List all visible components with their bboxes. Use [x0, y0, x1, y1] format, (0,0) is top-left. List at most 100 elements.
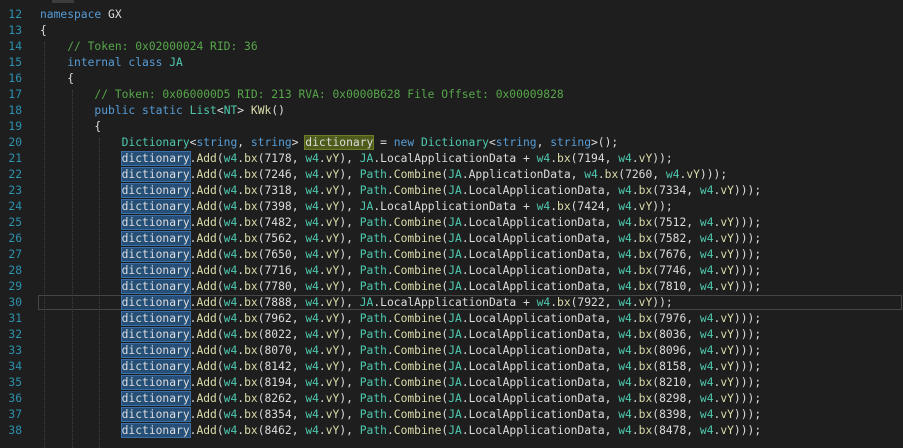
code-text: (: [216, 216, 224, 229]
method-token: Combine: [393, 264, 442, 277]
code-line[interactable]: 13 {: [0, 23, 903, 39]
code-text: .LocalApplicationData +: [373, 296, 537, 309]
dictionary-reference[interactable]: dictionary: [120, 311, 191, 326]
type-token: JA: [448, 408, 462, 421]
code-text: .: [318, 296, 326, 309]
type-token: w4: [699, 344, 714, 357]
code-text: .: [386, 232, 394, 245]
code-line[interactable]: 27 dictionary.Add(w4.bx(7650, w4.vY), Pa…: [0, 247, 903, 263]
type-token: JA: [448, 232, 462, 245]
method-token: bx: [638, 360, 653, 373]
dictionary-reference[interactable]: dictionary: [120, 247, 191, 262]
code-line[interactable]: 38 dictionary.Add(w4.bx(8462, w4.vY), Pa…: [0, 423, 903, 439]
dictionary-reference[interactable]: dictionary: [120, 391, 191, 406]
type-token: w4: [305, 360, 319, 373]
method-token: bx: [638, 312, 653, 325]
code-text: ),: [339, 232, 360, 245]
dictionary-reference[interactable]: dictionary: [120, 343, 191, 358]
code-text: (7922,: [570, 296, 619, 309]
type-token: w4: [305, 152, 319, 165]
code-line[interactable]: 23 dictionary.Add(w4.bx(7318, w4.vY), Pa…: [0, 183, 903, 199]
dictionary-reference[interactable]: dictionary: [120, 215, 191, 230]
dictionary-declaration[interactable]: dictionary: [304, 135, 375, 150]
code-text: .: [318, 168, 326, 181]
type-token: w4: [223, 360, 238, 373]
code-text: .: [631, 408, 639, 421]
dictionary-reference[interactable]: dictionary: [120, 423, 191, 438]
code-line[interactable]: 37 dictionary.Add(w4.bx(8354, w4.vY), Pa…: [0, 407, 903, 423]
code-content: dictionary.Add(w4.bx(8462, w4.vY), Path.…: [40, 423, 761, 439]
code-text: (: [216, 200, 224, 213]
code-line[interactable]: 15 internal class JA: [0, 55, 903, 71]
type-token: JA: [359, 296, 374, 309]
code-line[interactable]: 25 dictionary.Add(w4.bx(7482, w4.vY), Pa…: [0, 215, 903, 231]
method-token: bx: [638, 280, 653, 293]
code-line[interactable]: 29 dictionary.Add(w4.bx(7780, w4.vY), Pa…: [0, 279, 903, 295]
dictionary-reference[interactable]: dictionary: [120, 279, 191, 294]
dictionary-reference[interactable]: dictionary: [120, 183, 191, 198]
code-line[interactable]: 36 dictionary.Add(w4.bx(8262, w4.vY), Pa…: [0, 391, 903, 407]
type-token: w4: [699, 408, 714, 421]
code-text: ),: [339, 408, 360, 421]
code-line[interactable]: 14 // Token: 0x02000024 RID: 36: [0, 39, 903, 55]
dictionary-reference[interactable]: dictionary: [120, 199, 191, 214]
dictionary-reference[interactable]: dictionary: [120, 151, 191, 166]
code-editor[interactable]: 12 namespace GX 13 {14 // Token: 0x02000024…: [0, 0, 903, 448]
type-token: w4: [223, 248, 238, 261]
type-token: JA: [448, 280, 462, 293]
dictionary-reference[interactable]: dictionary: [120, 407, 191, 422]
dictionary-reference[interactable]: dictionary: [120, 327, 191, 342]
dictionary-reference[interactable]: dictionary: [120, 375, 191, 390]
type-token: Path: [359, 312, 387, 325]
code-line[interactable]: 34 dictionary.Add(w4.bx(8142, w4.vY), Pa…: [0, 359, 903, 375]
code-content: dictionary.Add(w4.bx(8354, w4.vY), Path.…: [40, 407, 761, 423]
code-line[interactable]: 22 dictionary.Add(w4.bx(7246, w4.vY), Pa…: [0, 167, 903, 183]
code-text: (7260,: [618, 168, 666, 181]
dictionary-reference[interactable]: dictionary: [120, 167, 191, 182]
method-token: bx: [244, 360, 258, 373]
code-line[interactable]: 31 dictionary.Add(w4.bx(7962, w4.vY), Pa…: [0, 311, 903, 327]
code-line[interactable]: 16 {: [0, 71, 903, 87]
method-token: Add: [196, 152, 217, 165]
type-token: JA: [448, 424, 462, 437]
code-text: (7178,: [257, 152, 306, 165]
line-number: 21: [8, 152, 22, 165]
code-content: dictionary.Add(w4.bx(7246, w4.vY), Path.…: [40, 167, 727, 183]
code-line[interactable]: 19 {: [0, 119, 903, 135]
code-line[interactable]: 17 // Token: 0x060000D5 RID: 213 RVA: 0x…: [0, 87, 903, 103]
method-token: vY: [720, 280, 734, 293]
dictionary-reference[interactable]: dictionary: [120, 231, 191, 246]
method-token: Combine: [393, 424, 442, 437]
code-line[interactable]: 12 namespace GX: [0, 7, 903, 23]
code-text: (: [216, 376, 224, 389]
method-token: bx: [638, 408, 653, 421]
line-number: 20: [8, 136, 22, 149]
code-content: dictionary.Add(w4.bx(8262, w4.vY), Path.…: [40, 391, 761, 407]
code-text: (7650,: [257, 248, 306, 261]
code-line[interactable]: 18 public static List<NT> KWk(): [0, 103, 903, 119]
code-line[interactable]: 20 Dictionary<string, string> dictionary…: [0, 135, 903, 151]
code-line[interactable]: 24 dictionary.Add(w4.bx(7398, w4.vY), JA…: [0, 199, 903, 215]
code-line[interactable]: 21 dictionary.Add(w4.bx(7178, w4.vY), JA…: [0, 151, 903, 167]
line-number: 14: [8, 40, 22, 53]
code-line[interactable]: 26 dictionary.Add(w4.bx(7562, w4.vY), Pa…: [0, 231, 903, 247]
code-line[interactable]: 28 dictionary.Add(w4.bx(7716, w4.vY), Pa…: [0, 263, 903, 279]
code-content: dictionary.Add(w4.bx(7318, w4.vY), Path.…: [40, 183, 761, 199]
dictionary-reference[interactable]: dictionary: [120, 295, 191, 310]
type-token: Path: [359, 264, 387, 277]
line-number: 26: [8, 232, 22, 245]
code-content: dictionary.Add(w4.bx(7178, w4.vY), JA.Lo…: [40, 151, 673, 167]
method-token: bx: [244, 344, 258, 357]
code-text: .: [318, 280, 326, 293]
type-token: w4: [618, 280, 632, 293]
code-line[interactable]: 32 dictionary.Add(w4.bx(8022, w4.vY), Pa…: [0, 327, 903, 343]
type-token: w4: [699, 280, 714, 293]
code-line[interactable]: 35 dictionary.Add(w4.bx(8194, w4.vY), Pa…: [0, 375, 903, 391]
type-token: Path: [359, 408, 387, 421]
method-token: bx: [557, 200, 571, 213]
code-line[interactable]: 33 dictionary.Add(w4.bx(8070, w4.vY), Pa…: [0, 343, 903, 359]
code-line[interactable]: 30 dictionary.Add(w4.bx(7888, w4.vY), JA…: [0, 295, 903, 311]
dictionary-reference[interactable]: dictionary: [120, 263, 191, 278]
dictionary-reference[interactable]: dictionary: [120, 359, 191, 374]
